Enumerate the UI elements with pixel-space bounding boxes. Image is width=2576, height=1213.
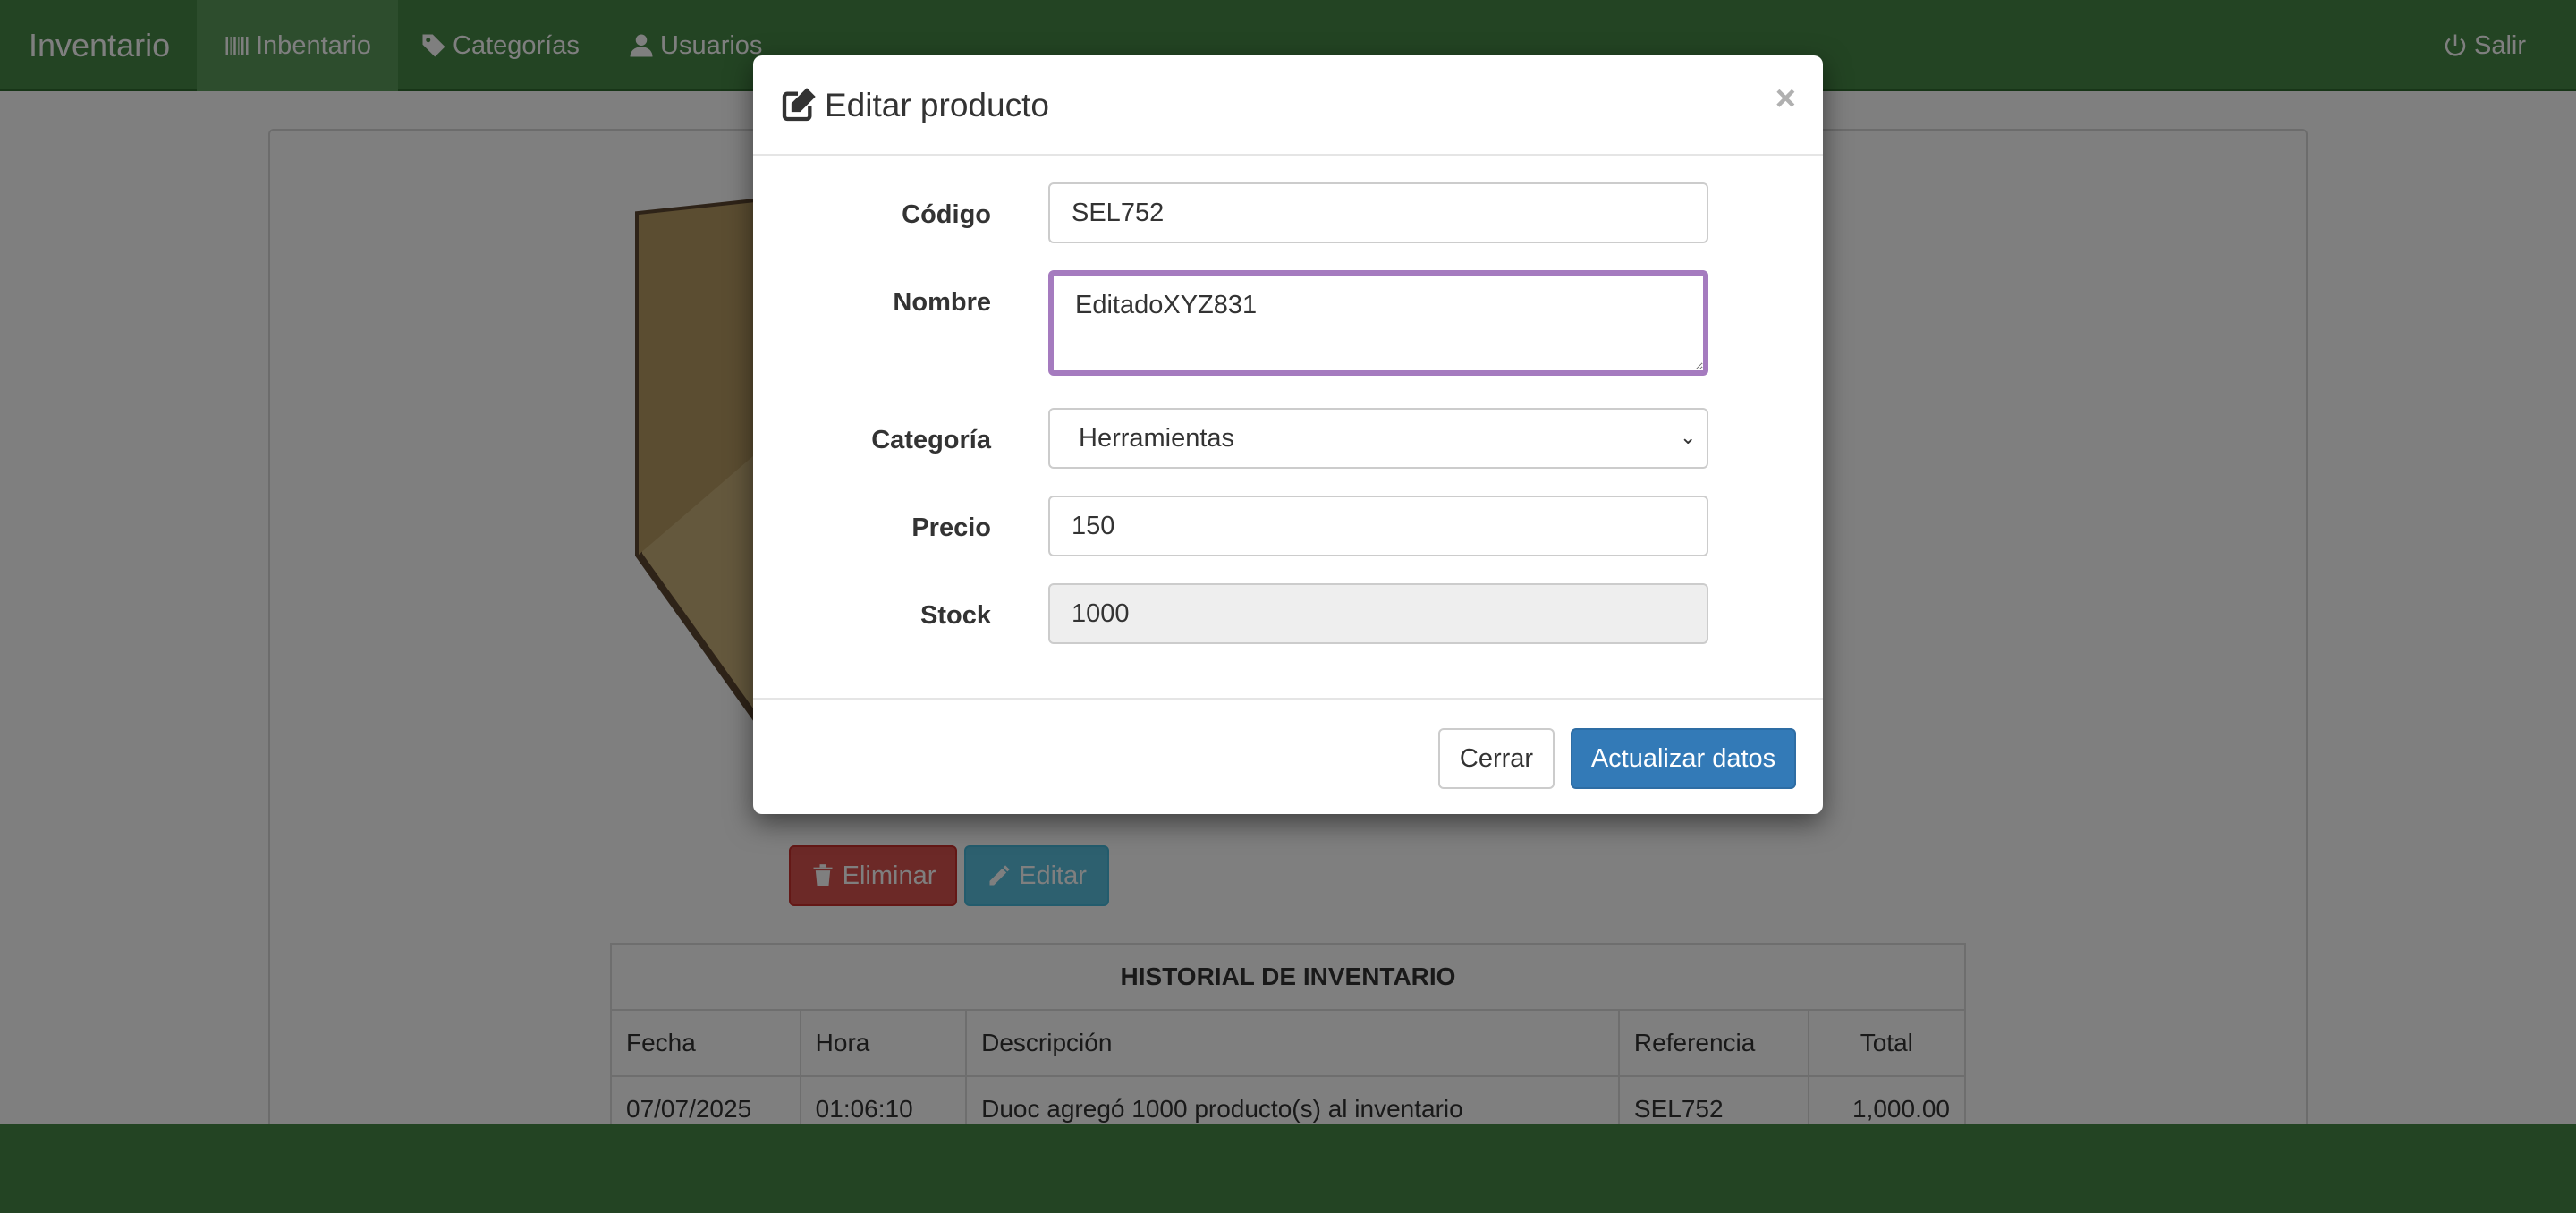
precio-label: Precio xyxy=(911,513,991,542)
codigo-input[interactable] xyxy=(1048,182,1708,243)
modal-footer: Cerrar Actualizar datos xyxy=(753,698,1823,814)
chevron-down-icon: ⌄ xyxy=(1680,426,1697,448)
stock-input xyxy=(1048,583,1708,644)
update-button[interactable]: Actualizar datos xyxy=(1571,728,1796,789)
edit-product-modal: Editar producto × Código Nombre EditadoX… xyxy=(753,55,1823,814)
modal-header: Editar producto × xyxy=(753,55,1823,156)
cancel-button[interactable]: Cerrar xyxy=(1438,728,1555,789)
categoria-select[interactable]: Herramientas xyxy=(1048,408,1708,469)
categoria-label: Categoría xyxy=(871,426,991,454)
precio-input[interactable] xyxy=(1048,496,1708,556)
edit-square-icon xyxy=(782,88,816,122)
close-icon[interactable]: × xyxy=(1775,81,1796,116)
codigo-label: Código xyxy=(902,200,991,229)
categoria-selected-value: Herramientas xyxy=(1079,424,1235,453)
stock-label: Stock xyxy=(920,601,991,630)
modal-title-text: Editar producto xyxy=(825,87,1049,123)
nombre-textarea[interactable]: EditadoXYZ831 xyxy=(1048,270,1708,376)
nombre-label: Nombre xyxy=(893,288,991,317)
modal-title: Editar producto xyxy=(780,55,1049,156)
